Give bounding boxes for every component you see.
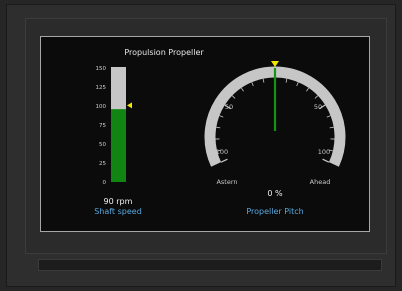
pitch-tick [219, 115, 224, 118]
pitch-tick [314, 95, 319, 99]
pitch-caption: Propeller Pitch [246, 207, 303, 216]
pitch-tick [216, 126, 221, 129]
shaft-speed-caption: Shaft speed [94, 207, 142, 216]
pitch-tick [296, 82, 299, 87]
pitch-tick [220, 158, 228, 163]
pitch-tick [322, 158, 330, 163]
pitch-label-right-50: 50 [314, 103, 322, 111]
shaft-tick-label: 125 [96, 85, 107, 91]
shaft-speed-gauge: 150 125 100 75 50 25 0 90 rpm Shaft spee… [94, 66, 142, 216]
pitch-tick [326, 115, 331, 118]
pitch-tick [329, 126, 334, 129]
shaft-tick-label: 150 [96, 66, 107, 72]
pitch-marker-icon [271, 61, 279, 67]
pitch-label-left-100: 100 [216, 148, 228, 156]
pitch-label-left-50: 50 [225, 103, 233, 111]
gauges-svg: 150 125 100 75 50 25 0 90 rpm Shaft spee… [94, 61, 346, 216]
pitch-tick [231, 95, 236, 99]
setpoint-marker-icon [127, 102, 132, 109]
shaft-tick-label: 50 [99, 142, 106, 148]
shaft-tick-label: 100 [96, 104, 107, 110]
shaft-bar-fill [111, 109, 126, 182]
shaft-tick-label: 25 [99, 161, 106, 167]
shaft-tick-label: 0 [103, 180, 107, 186]
pitch-tick [262, 78, 265, 83]
pitch-label-ahead: Ahead [310, 178, 331, 186]
pitch-label-astern: Astern [216, 178, 237, 186]
pitch-tick [251, 82, 254, 87]
propeller-pitch-gauge: 50 50 100 100 Astern Ahead 0 % Propeller… [204, 61, 346, 216]
pitch-tick [306, 87, 310, 92]
pitch-tick [240, 87, 244, 92]
pitch-reading: 0 % [267, 189, 283, 198]
pitch-label-right-100: 100 [318, 148, 330, 156]
shaft-tick-label: 75 [99, 123, 106, 129]
pitch-tick [285, 78, 288, 83]
shaft-speed-reading: 90 rpm [104, 197, 133, 206]
